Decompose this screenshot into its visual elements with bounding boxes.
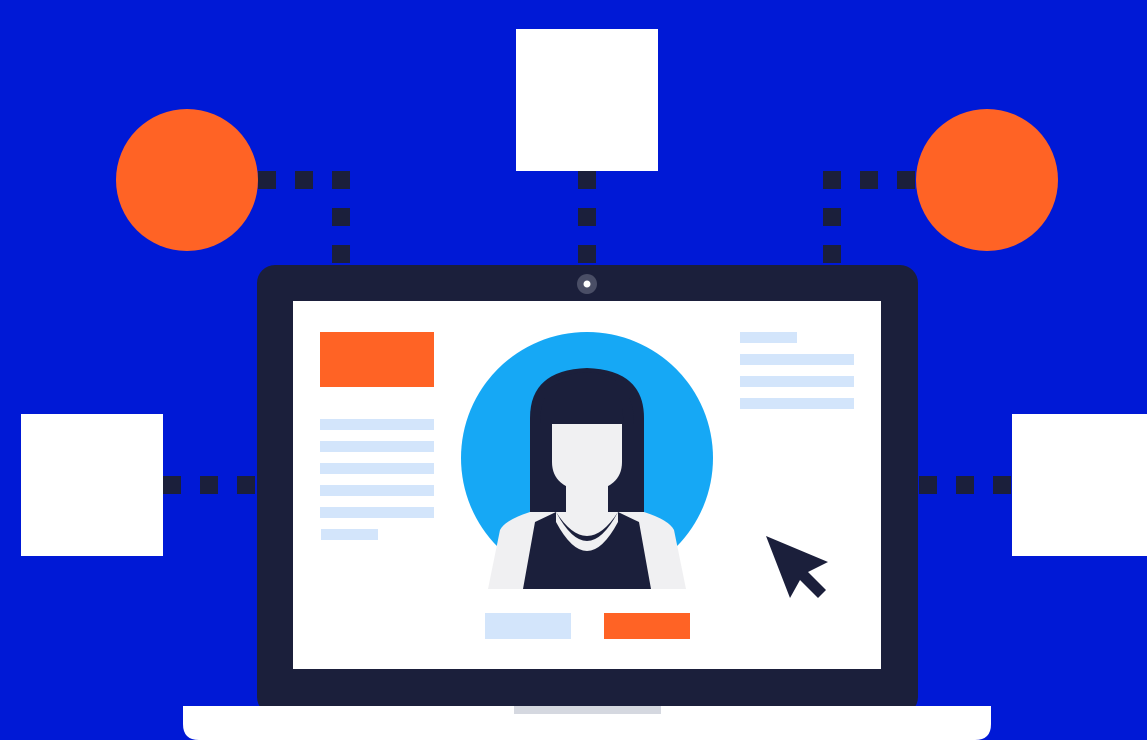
white-node-top (516, 29, 658, 171)
white-node-right (1012, 414, 1147, 556)
header-block (320, 332, 434, 387)
orange-node-left (116, 109, 258, 251)
illustration (0, 0, 1147, 740)
white-node-left (21, 414, 163, 556)
orange-node-right (916, 109, 1058, 251)
woman-avatar-icon (461, 332, 713, 589)
primary-button-shape (604, 613, 690, 639)
secondary-button-shape (485, 613, 571, 639)
laptop-base-notch (514, 706, 661, 714)
